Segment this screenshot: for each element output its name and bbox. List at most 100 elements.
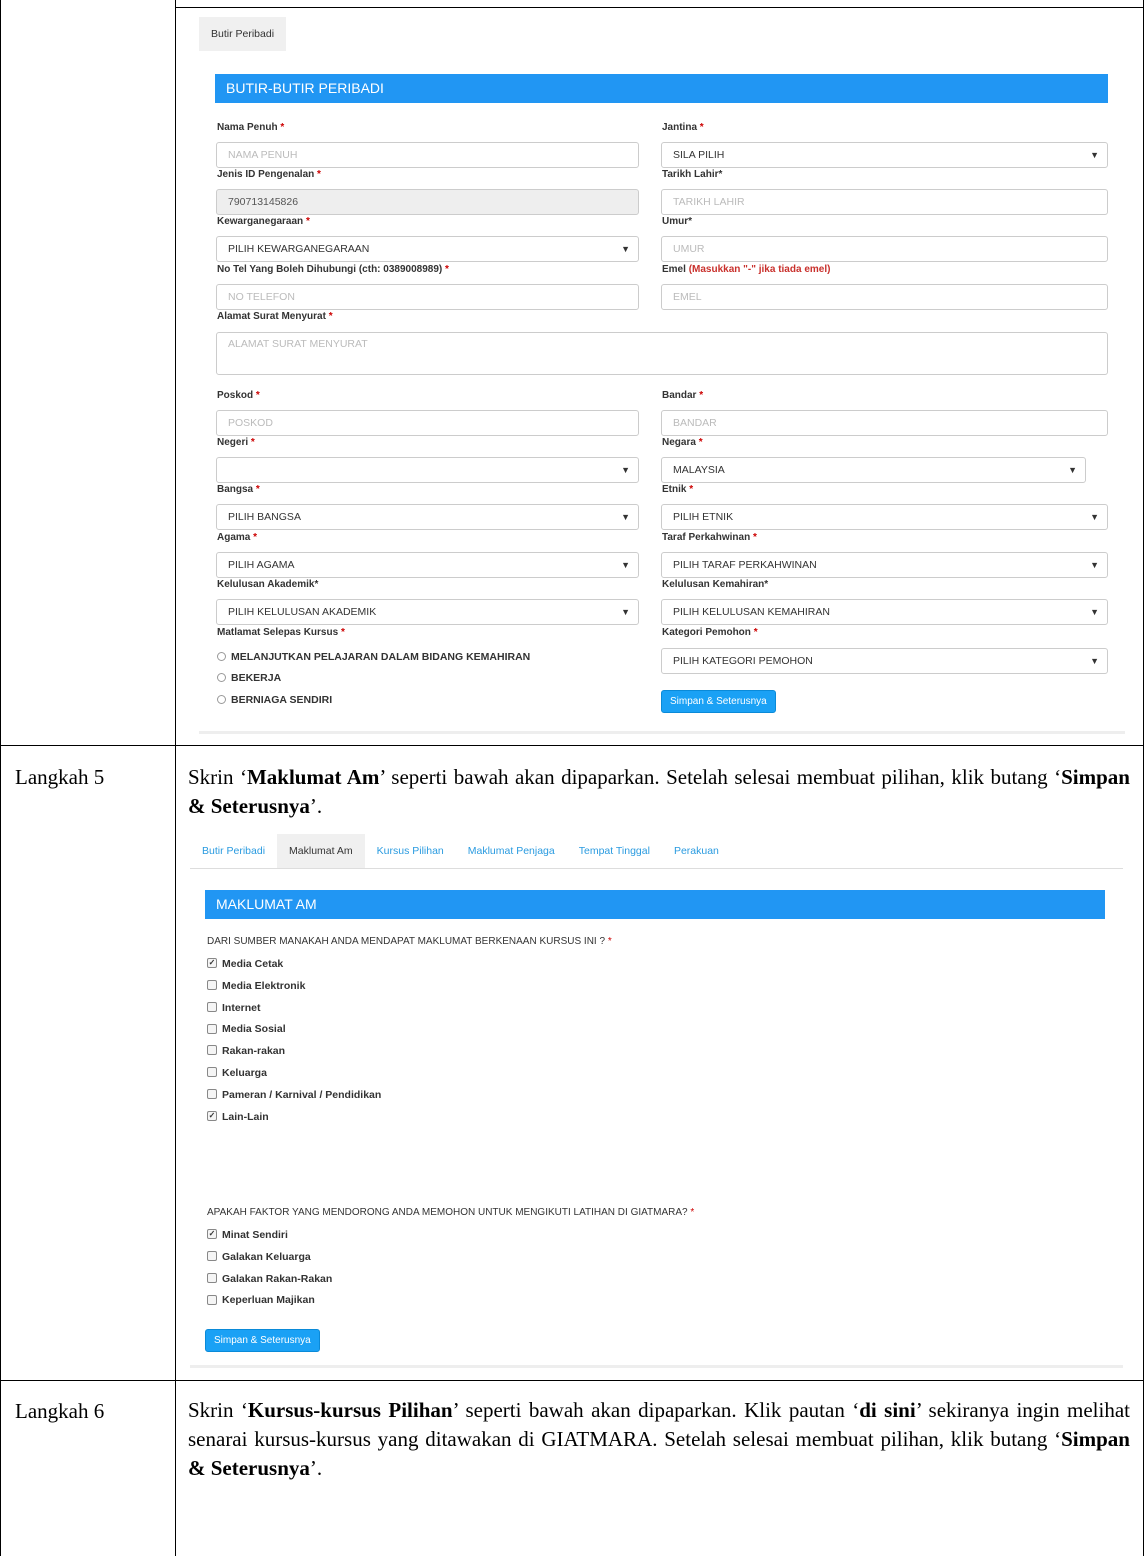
negara-select[interactable]: MALAYSIA ▼ (661, 457, 1086, 483)
step-5-label: Langkah 5 (15, 765, 105, 789)
radio-icon (217, 651, 226, 661)
required-mark: * (328, 311, 333, 322)
chevron-down-icon: ▼ (621, 607, 630, 617)
table-row-line-1 (0, 745, 1144, 746)
simpan-seterusnya-button[interactable]: Simpan & Seterusnya (205, 1329, 320, 1352)
bandar-label: Bandar * (662, 390, 703, 401)
bangsa-value: PILIH BANGSA (228, 511, 301, 523)
akademik-value: PILIH KELULUSAN AKADEMIK (228, 606, 377, 618)
checkbox-option[interactable]: Rakan-rakan (207, 1045, 285, 1057)
checkbox-label: Media Sosial (222, 1023, 286, 1036)
kewarganegaraan-value: PILIH KEWARGANEGARAAN (228, 243, 370, 255)
checkbox-icon (207, 1251, 217, 1262)
agama-label-text: Agama (217, 532, 251, 543)
step-5-text-pre: Skrin ‘ (188, 765, 247, 789)
jantina-label: Jantina * (662, 122, 704, 133)
step-6-label: Langkah 6 (15, 1399, 105, 1423)
tab-butir-peribadi[interactable]: Butir Peribadi (199, 17, 287, 51)
alamat-label-text: Alamat Surat Menyurat (217, 311, 326, 322)
nama-input[interactable]: NAMA PENUH (216, 142, 639, 168)
negeri-select[interactable]: ▼ (216, 457, 639, 483)
bangsa-label-text: Bangsa (217, 484, 254, 495)
umur-label: Umur* (662, 216, 693, 227)
checkbox-option[interactable]: Media Elektronik (207, 980, 305, 992)
akademik-select[interactable]: PILIH KELULUSAN AKADEMIK ▼ (216, 599, 639, 625)
negeri-label-text: Negeri (217, 437, 249, 448)
checkbox-option[interactable]: ✓ Media Cetak (207, 958, 283, 970)
matlamat-label-text: Matlamat Selepas Kursus (217, 627, 339, 638)
checkbox-option[interactable]: Media Sosial (207, 1023, 286, 1035)
checkbox-option[interactable]: ✓ Lain-Lain (207, 1111, 269, 1123)
required-mark: * (253, 532, 258, 543)
bandar-input[interactable]: BANDAR (661, 410, 1108, 436)
tab-maklumat-am[interactable]: Maklumat Am (277, 834, 365, 868)
bangsa-label: Bangsa * (217, 484, 260, 495)
kewarganegaraan-label-text: Kewarganegaraan (217, 216, 304, 227)
agama-select[interactable]: PILIH AGAMA ▼ (216, 552, 639, 578)
kewarganegaraan-select[interactable]: PILIH KEWARGANEGARAAN ▼ (216, 236, 639, 262)
checkbox-icon (207, 1045, 217, 1056)
table-row-line-top (175, 7, 1144, 8)
required-mark: * (698, 437, 703, 448)
jenis-id-label-text: Jenis ID Pengenalan (217, 169, 315, 180)
required-mark: * (305, 216, 310, 227)
kategori-select[interactable]: PILIH KATEGORI PEMOHON ▼ (661, 648, 1108, 674)
umur-input[interactable]: UMUR (661, 236, 1108, 262)
matlamat-radio-option[interactable]: MELANJUTKAN PELAJARAN DALAM BIDANG KEMAH… (217, 651, 530, 663)
emel-input[interactable]: EMEL (661, 284, 1108, 310)
step-6-bold-kursus: Kursus-kursus Pilihan (247, 1398, 453, 1422)
jantina-select[interactable]: SILA PILIH ▼ (661, 142, 1108, 168)
tab-butir-peribadi[interactable]: Butir Peribadi (190, 834, 277, 868)
kemahiran-select[interactable]: PILIH KELULUSAN KEMAHIRAN ▼ (661, 599, 1108, 625)
simpan-seterusnya-button[interactable]: Simpan & Seterusnya (661, 690, 776, 713)
kategori-value: PILIH KATEGORI PEMOHON (673, 655, 813, 667)
question-2: APAKAH FAKTOR YANG MENDORONG ANDA MEMOHO… (207, 1207, 694, 1218)
chevron-down-icon: ▼ (621, 560, 630, 570)
checkbox-label: Galakan Keluarga (222, 1250, 311, 1263)
checkbox-option[interactable]: Galakan Rakan-Rakan (207, 1273, 332, 1285)
checkbox-label: Media Cetak (222, 958, 284, 970)
checkbox-icon (207, 1089, 217, 1100)
tarikh-lahir-input[interactable]: TARIKH LAHIR (661, 189, 1108, 215)
tab-kursus-pilihan[interactable]: Kursus Pilihan (365, 834, 456, 868)
checkbox-option[interactable]: Keperluan Majikan (207, 1294, 315, 1306)
matlamat-radio-option[interactable]: BEKERJA (217, 672, 281, 684)
chevron-down-icon: ▼ (1068, 465, 1077, 475)
radio-icon (217, 672, 226, 682)
checkbox-option[interactable]: ✓ Minat Sendiri (207, 1229, 288, 1241)
alamat-textarea[interactable]: ALAMAT SURAT MENYURAT (216, 332, 1108, 375)
checkbox-option[interactable]: Pameran / Karnival / Pendidikan (207, 1089, 381, 1101)
step-5-text-post: ’. (309, 794, 323, 818)
checkbox-label: Media Elektronik (222, 979, 306, 992)
etnik-value: PILIH ETNIK (673, 511, 734, 523)
document-page: Butir Peribadi BUTIR-BUTIR PERIBADI Nama… (0, 0, 1145, 1556)
step-5-text: Skrin ‘Maklumat Am’ seperti bawah akan d… (188, 763, 1130, 821)
tab-maklumat-penjaga[interactable]: Maklumat Penjaga (456, 834, 567, 868)
tab-tempat-tinggal[interactable]: Tempat Tinggal (567, 834, 662, 868)
matlamat-radio-option[interactable]: BERNIAGA SENDIRI (217, 694, 332, 706)
checkbox-label: Rakan-rakan (222, 1045, 286, 1058)
negara-label-text: Negara (662, 437, 696, 448)
etnik-select[interactable]: PILIH ETNIK ▼ (661, 504, 1108, 530)
required-mark: * (699, 390, 704, 401)
chevron-down-icon: ▼ (1090, 607, 1099, 617)
checkbox-option[interactable]: Galakan Keluarga (207, 1251, 311, 1263)
nama-label: Nama Penuh * (217, 122, 284, 133)
checkbox-option[interactable]: Keluarga (207, 1067, 267, 1079)
taraf-select[interactable]: PILIH TARAF PERKAHWINAN ▼ (661, 552, 1108, 578)
checkbox-checked-icon: ✓ (207, 958, 217, 969)
checkbox-checked-icon: ✓ (207, 1110, 217, 1121)
jenis-id-input[interactable]: 790713145826 (216, 189, 639, 215)
tab-perakuan[interactable]: Perakuan (662, 834, 731, 868)
emel-label: Emel (Masukkan "-" jika tiada emel) (662, 264, 830, 275)
required-mark: * (280, 122, 285, 133)
poskod-input[interactable]: POSKOD (216, 410, 639, 436)
alamat-label: Alamat Surat Menyurat * (217, 311, 333, 322)
taraf-label: Taraf Perkahwinan * (662, 532, 757, 543)
checkbox-label: Internet (222, 1001, 261, 1014)
checkbox-option[interactable]: Internet (207, 1002, 261, 1014)
tel-input[interactable]: NO TELEFON (216, 284, 639, 310)
checkbox-label: Minat Sendiri (222, 1229, 288, 1241)
bangsa-select[interactable]: PILIH BANGSA ▼ (216, 504, 639, 530)
step-6-text-2: ’ seperti bawah akan dipaparkan. Klik pa… (452, 1398, 860, 1422)
